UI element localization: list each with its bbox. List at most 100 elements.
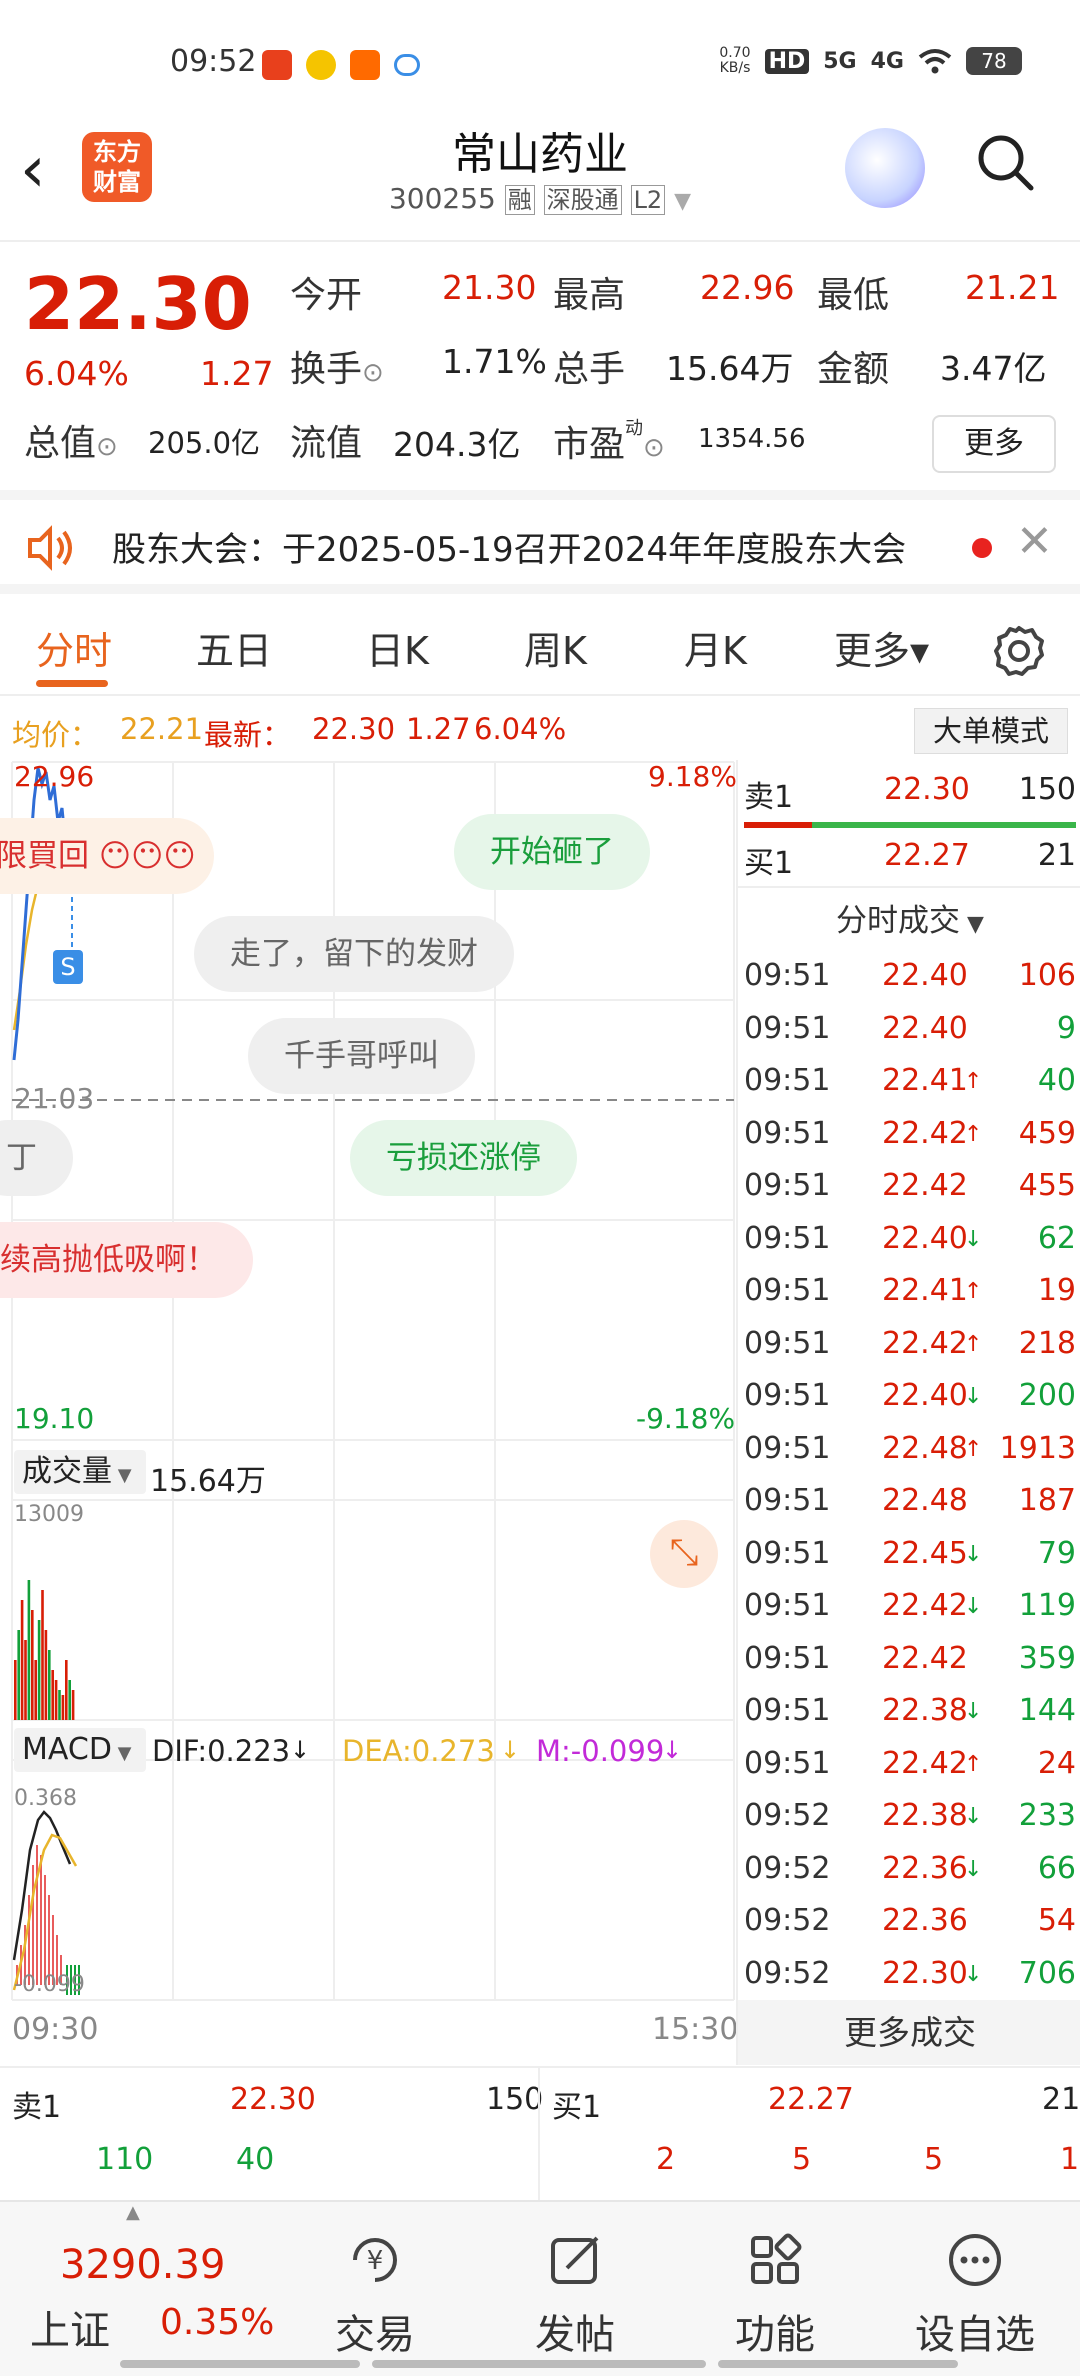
chart-high-pct: 9.18% xyxy=(648,760,737,793)
trade-row: 09:51 22.42 ↑ 218 xyxy=(738,1318,1080,1370)
sell-marker[interactable]: S xyxy=(53,950,83,984)
trade-time: 09:52 xyxy=(744,1850,831,1886)
divider xyxy=(738,886,1080,888)
emoji-icon: 😶😶😶 xyxy=(98,838,196,874)
tab-monthly-k[interactable]: 月K xyxy=(684,620,747,675)
avg-price-bar: 均价： 22.21 最新： 22.30 1.27 6.04% 大单模式 xyxy=(0,700,1080,760)
tab-five-day[interactable]: 五日 xyxy=(196,620,272,675)
trade-row: 09:52 22.30 ↓ 706 xyxy=(738,1948,1080,2000)
nav-add-watchlist[interactable]: 设自选 xyxy=(875,2202,1075,2358)
notice-bar[interactable]: 股东大会：于2025-05-19召开2024年年度股东大会 ✕ xyxy=(0,490,1080,594)
trade-time: 09:51 xyxy=(744,1693,831,1728)
trade-direction-icon: ↓ xyxy=(964,1541,983,1567)
nav-features-label: 功能 xyxy=(735,2312,815,2358)
level-tag: L2 xyxy=(630,185,666,215)
trade-qty: 459 xyxy=(1018,1115,1076,1151)
macd-indicator-select[interactable]: MACD ▼ xyxy=(14,1728,146,1772)
chart-tabs: 分时 五日 日K 周K 月K 更多▾ xyxy=(0,604,1080,696)
trade-time: 09:51 xyxy=(744,1745,831,1781)
comment-bubble[interactable]: 走了，留下的发财 xyxy=(194,916,514,992)
big-order-mode-button[interactable]: 大单模式 xyxy=(914,708,1068,754)
volume-indicator-select[interactable]: 成交量 ▼ xyxy=(14,1450,146,1494)
order-buy1[interactable]: 买1 22.27 21 xyxy=(738,826,1080,886)
trade-direction-icon: ↓ xyxy=(964,1226,983,1252)
tab-more[interactable]: 更多▾ xyxy=(834,620,929,675)
index-ticker[interactable]: ▲ 3290.39 上证 0.35% xyxy=(0,2202,300,2354)
turnover-label[interactable]: 换手⊙ xyxy=(290,340,384,392)
edit-icon xyxy=(551,2236,599,2284)
yuan-refresh-icon: ¥ xyxy=(353,2238,397,2282)
arrow-down-icon: ↓ xyxy=(500,1736,521,1764)
tab-daily-k[interactable]: 日K xyxy=(366,620,429,675)
trade-price: 22.42 xyxy=(882,1640,968,1676)
amount-value: 3.47亿 xyxy=(940,349,1047,388)
trade-qty: 79 xyxy=(1037,1535,1076,1571)
trade-qty: 359 xyxy=(1018,1640,1076,1676)
avg-value: 22.21 xyxy=(120,712,204,746)
comment-bubble[interactable]: 丁 xyxy=(0,1120,73,1196)
bottom-sell1-qty: 150 xyxy=(486,2082,544,2117)
trade-price: 22.36 xyxy=(882,1850,968,1886)
mktcap-label[interactable]: 总值⊙ xyxy=(24,414,118,466)
trade-qty: 19 xyxy=(1037,1273,1076,1308)
gear-icon[interactable] xyxy=(992,624,1046,678)
bottom-order-book[interactable]: 卖1 22.30 150 110 40 买1 22.27 21 2 5 5 1 xyxy=(0,2066,1080,2202)
change-pct: 6.04% xyxy=(24,354,129,393)
pe-label[interactable]: 市盈动⊙ xyxy=(553,414,665,467)
comment-bubble[interactable]: 亏损还涨停 xyxy=(350,1120,577,1196)
macd-dif: DIF:0.223 xyxy=(152,1734,291,1768)
expand-icon[interactable]: ⤡ xyxy=(650,1520,718,1588)
comment-bubble[interactable]: 千手哥呼叫 xyxy=(248,1018,475,1094)
trade-time: 09:51 xyxy=(744,1588,831,1623)
turnover-value: 1.71% xyxy=(442,342,547,381)
change-amount: 1.27 xyxy=(200,354,274,393)
robot-assistant-icon[interactable] xyxy=(845,128,925,208)
chart-low-price: 19.10 xyxy=(14,1402,95,1435)
trade-qty: 24 xyxy=(1037,1745,1076,1781)
comment-bubble[interactable]: 开始砸了 xyxy=(454,814,650,890)
intraday-chart[interactable]: 22.96 9.18% 21.03 19.10 -9.18% S 限買回 😶😶😶… xyxy=(0,760,738,2065)
comment-bubble[interactable]: 限買回 😶😶😶 xyxy=(0,818,214,894)
trade-price: 22.40 xyxy=(882,1378,968,1413)
trade-qty: 233 xyxy=(1018,1798,1076,1833)
more-trades-button[interactable]: 更多成交 xyxy=(738,2000,1080,2065)
tab-weekly-k[interactable]: 周K xyxy=(524,620,587,675)
more-dots-icon xyxy=(949,2234,1001,2286)
nav-features[interactable]: 功能 xyxy=(675,2202,875,2358)
trade-qty: 455 xyxy=(1018,1168,1076,1203)
volume-bar xyxy=(44,1630,48,1720)
more-button[interactable]: 更多 xyxy=(932,415,1056,473)
tab-intraday[interactable]: 分时 xyxy=(36,620,112,675)
bottom-sell1-price: 22.30 xyxy=(230,2082,316,2117)
order-sell1[interactable]: 卖1 22.30 150 xyxy=(738,760,1080,820)
arrow-down-icon: ↓ xyxy=(662,1736,683,1764)
mktcap-value: 205.0亿 xyxy=(148,426,261,460)
volume-bar xyxy=(14,1660,17,1720)
price-line xyxy=(12,767,76,1061)
nav-trade[interactable]: ¥ 交易 xyxy=(275,2202,475,2358)
nav-post[interactable]: 发帖 xyxy=(475,2202,675,2358)
trades-title[interactable]: 分时成交 ▼ xyxy=(738,895,1080,940)
volume-bar xyxy=(17,1630,20,1720)
bottom-buy-qty: 5 xyxy=(792,2142,812,2177)
volume-bar xyxy=(31,1610,34,1720)
trade-row: 09:51 22.48 187 xyxy=(738,1475,1080,1527)
volume-bar xyxy=(65,1660,68,1720)
search-icon[interactable] xyxy=(975,132,1035,192)
volume-max: 13009 xyxy=(14,1502,84,1527)
float-label: 流值 xyxy=(290,423,363,464)
comment-bubble[interactable]: 续高抛低吸啊！ xyxy=(0,1222,253,1298)
buy1-price: 22.27 xyxy=(884,838,970,873)
caret-down-icon: ▼ xyxy=(112,1465,132,1486)
trade-price: 22.48 xyxy=(882,1483,968,1518)
macd-bar xyxy=(32,1865,34,1985)
trade-price: 22.48 xyxy=(882,1430,968,1466)
trade-time: 09:51 xyxy=(744,1168,831,1203)
trade-price: 22.36 xyxy=(882,1903,968,1938)
trade-price: 22.42 xyxy=(882,1325,968,1361)
trade-direction-icon: ↑ xyxy=(964,1436,983,1462)
close-icon[interactable]: ✕ xyxy=(1016,516,1053,567)
macd-dea: DEA:0.273 xyxy=(342,1734,495,1768)
trade-price: 22.40 xyxy=(882,958,968,993)
time-start: 09:30 xyxy=(12,2012,99,2047)
